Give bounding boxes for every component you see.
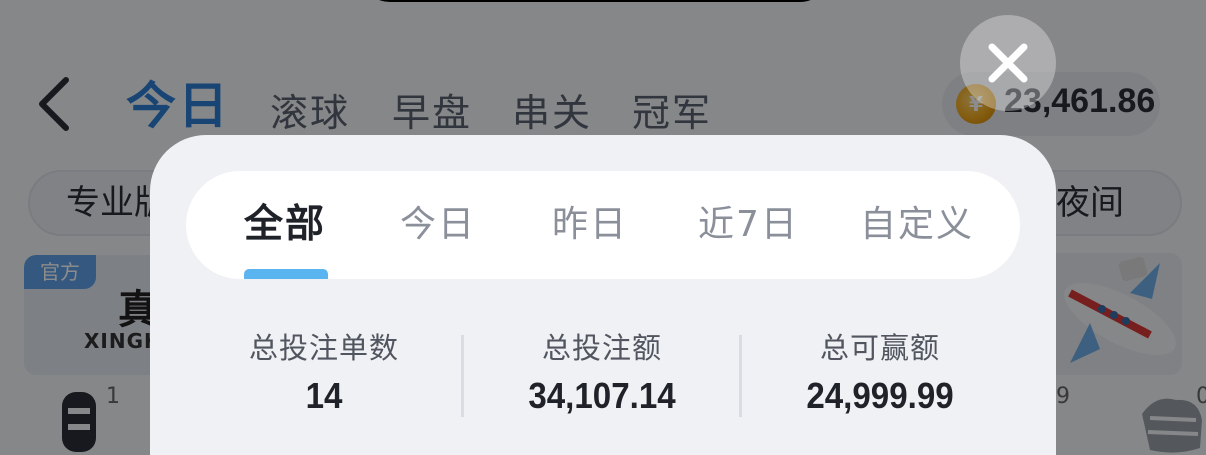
- close-button[interactable]: [960, 15, 1056, 111]
- stat-value: 24,999.99: [806, 375, 954, 416]
- close-icon: [988, 43, 1028, 83]
- stat-divider: [461, 335, 464, 417]
- stat-label: 总可赢额: [819, 331, 940, 365]
- active-tab-indicator: [244, 269, 328, 279]
- period-tab-today[interactable]: 今日: [400, 171, 476, 279]
- stat-total-winnable: 总可赢额 24,999.99: [750, 325, 1010, 417]
- stat-label: 总投注额: [541, 331, 662, 365]
- stat-label: 总投注单数: [248, 331, 399, 365]
- bet-summary-modal: 全部 今日 昨日 近7日 自定义 总投注单数 14 总投注额 34,107.14…: [150, 135, 1056, 455]
- period-tabs: 全部 今日 昨日 近7日 自定义: [186, 171, 1020, 279]
- period-tab-yesterday[interactable]: 昨日: [552, 171, 628, 279]
- period-tab-custom[interactable]: 自定义: [860, 171, 974, 279]
- stat-total-stake: 总投注额 34,107.14: [472, 325, 732, 417]
- period-tab-all[interactable]: 全部: [244, 171, 326, 279]
- period-tab-7days[interactable]: 近7日: [698, 171, 799, 279]
- stat-total-bets: 总投注单数 14: [194, 325, 454, 417]
- stat-value: 34,107.14: [528, 375, 676, 416]
- stat-value: 14: [305, 375, 343, 416]
- screen: 今日 滚球 早盘 串关 冠军 ¥ 23,461.86 专业版 夜间 官方 真 X…: [0, 0, 1206, 455]
- stat-divider: [739, 335, 742, 417]
